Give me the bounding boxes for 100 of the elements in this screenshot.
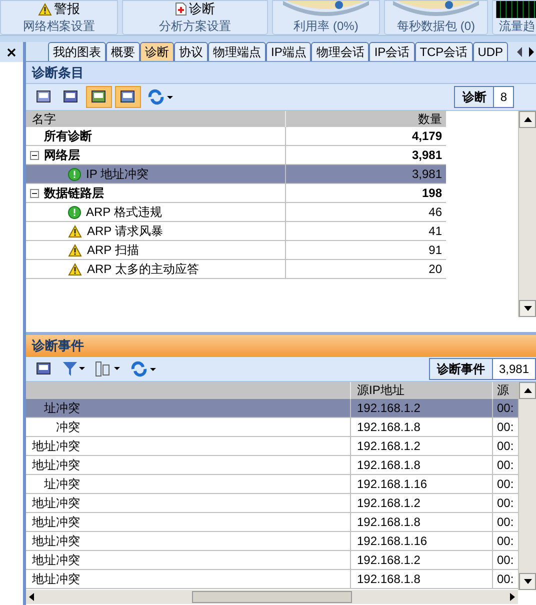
table-cell-text: 00: <box>496 514 515 531</box>
table-cell: 地址冲突 <box>26 494 351 512</box>
ribbon-group-label: 利用率 (0%) <box>294 18 358 34</box>
tree-row[interactable]: ARP 格式违规 46 <box>26 203 446 222</box>
scroll-up-arrow-icon[interactable] <box>524 117 532 122</box>
vertical-scrollbar[interactable] <box>518 382 536 590</box>
diagnosis-count: 41 <box>428 223 443 240</box>
event-row[interactable]: 址冲突 192.168.1.16 00: <box>26 475 518 494</box>
diagnosis-count: 3,981 <box>410 166 443 183</box>
horizontal-scrollbar[interactable] <box>26 590 518 604</box>
tab-scroll-arrows-icon[interactable] <box>516 47 536 57</box>
table-cell-text: 00: <box>496 533 515 550</box>
tab[interactable]: IP会话 <box>369 42 415 61</box>
table-cell-text: 00: <box>496 552 515 569</box>
table-cell: 192.168.1.2 <box>351 494 493 512</box>
warning-icon <box>68 224 82 238</box>
tab[interactable]: TCP会话 <box>414 42 473 61</box>
table-cell: 192.168.1.16 <box>351 475 493 493</box>
ribbon-group-label: 流量趋 <box>499 18 535 34</box>
ribbon-button[interactable]: 诊断 <box>175 1 215 17</box>
counter-value: 8 <box>499 89 508 106</box>
event-row[interactable]: 地址冲突 192.168.1.16 00: <box>26 532 518 551</box>
tree-row[interactable]: 网络层 3,981 <box>26 146 446 165</box>
warning-icon <box>68 244 82 256</box>
tree-row[interactable]: ARP 扫描 91 <box>26 241 446 260</box>
counter-value: 3,981 <box>498 361 530 378</box>
table-cell-text: 00: <box>496 571 515 588</box>
event-row[interactable]: 址冲突 192.168.1.2 00: <box>26 399 518 418</box>
traffic-graph-icon <box>495 1 536 18</box>
tab[interactable]: 协议 <box>174 42 208 61</box>
tree-row[interactable]: ARP 请求风暴 41 <box>26 222 446 241</box>
table-cell: 址冲突 <box>26 399 351 417</box>
vertical-scrollbar[interactable] <box>518 111 536 317</box>
diagnosis-name: 数据链路层 <box>44 185 104 202</box>
ribbon-button[interactable]: 警报 <box>38 1 80 17</box>
table-cell: 地址冲突 <box>26 570 351 588</box>
table-cell: 192.168.1.8 <box>351 418 493 436</box>
table-cell: 地址冲突 <box>26 551 351 569</box>
table-cell-text: 00: <box>496 400 515 417</box>
ribbon-group-label: 网络档案设置 <box>23 18 95 34</box>
event-row[interactable]: 地址冲突 192.168.1.2 00: <box>26 551 518 570</box>
table-cell: 192.168.1.16 <box>351 532 493 550</box>
tree-row[interactable]: ARP 太多的主动应答 20 <box>26 260 446 279</box>
gauge-icon <box>281 1 371 17</box>
panel-title: 诊断条目 <box>32 64 84 82</box>
ribbon-group-label: 每秒数据包 (0) <box>397 18 475 34</box>
scroll-down-arrow-icon[interactable] <box>524 579 532 584</box>
warning-icon <box>68 262 82 276</box>
table-cell-text: 00: <box>496 495 515 512</box>
diagnosis-name: ARP 格式违规 <box>86 204 162 221</box>
counter-label: 诊断 <box>455 87 494 107</box>
event-row[interactable]: 地址冲突 192.168.1.2 00: <box>26 494 518 513</box>
table-cell-text: 00: <box>496 476 515 493</box>
table-cell: 地址冲突 <box>26 532 351 550</box>
diagnosis-count: 198 <box>420 185 443 202</box>
diagnosis-count: 20 <box>428 261 443 278</box>
document-plus-icon <box>175 2 187 16</box>
warning-icon <box>38 2 52 16</box>
event-row[interactable]: 地址冲突 192.168.1.8 00: <box>26 570 518 589</box>
event-row[interactable]: 地址冲突 192.168.1.2 00: <box>26 437 518 456</box>
tree-row[interactable]: 所有诊断 4,179 <box>26 127 446 146</box>
table-cell-text: 00: <box>496 457 515 474</box>
diagnosis-name: ARP 扫描 <box>87 242 139 259</box>
collapse-icon[interactable] <box>30 150 39 160</box>
event-row[interactable]: 冲突 192.168.1.8 00: <box>26 418 518 437</box>
tree-row[interactable]: 数据链路层 198 <box>26 184 446 203</box>
scroll-down-arrow-icon[interactable] <box>524 306 532 311</box>
scroll-up-arrow-icon[interactable] <box>524 388 532 393</box>
exclamation-circle-icon <box>68 206 81 218</box>
tab[interactable]: 我的图表 <box>48 42 106 61</box>
diagnosis-name: 所有诊断 <box>44 128 92 145</box>
event-row[interactable]: 地址冲突 192.168.1.8 00: <box>26 456 518 475</box>
column-header[interactable]: 数量 <box>286 111 446 127</box>
tab[interactable]: UDP <box>472 42 508 61</box>
table-cell: 192.168.1.8 <box>351 513 493 531</box>
tab[interactable]: 物理会话 <box>311 42 370 61</box>
diagnosis-count: 4,179 <box>410 128 443 145</box>
gauge-icon <box>391 1 481 17</box>
column-header[interactable]: 源 <box>493 382 518 399</box>
ribbon-group-label: 分析方案设置 <box>159 18 231 34</box>
table-cell: 址冲突 <box>26 475 351 493</box>
diagnosis-name: 网络层 <box>44 147 80 164</box>
tab[interactable]: 物理端点 <box>208 42 266 61</box>
tab[interactable]: 概要 <box>106 42 140 61</box>
counter-label: 诊断事件 <box>430 359 493 379</box>
table-cell: 192.168.1.8 <box>351 570 493 588</box>
diagnosis-name: IP 地址冲突 <box>86 166 148 183</box>
table-cell: 地址冲突 <box>26 437 351 455</box>
table-cell: 192.168.1.2 <box>351 399 493 417</box>
tab[interactable]: 诊断 <box>140 42 174 61</box>
tab[interactable]: IP端点 <box>266 42 312 61</box>
table-cell-text: 00: <box>496 438 515 455</box>
table-cell: 192.168.1.2 <box>351 551 493 569</box>
table-cell: 冲突 <box>26 418 351 436</box>
close-icon[interactable] <box>7 48 16 56</box>
tree-row[interactable]: IP 地址冲突 3,981 <box>26 165 446 184</box>
diagnosis-count: 91 <box>428 242 443 259</box>
table-cell: 地址冲突 <box>26 513 351 531</box>
event-row[interactable]: 地址冲突 192.168.1.8 00: <box>26 513 518 532</box>
collapse-icon[interactable] <box>30 188 39 198</box>
